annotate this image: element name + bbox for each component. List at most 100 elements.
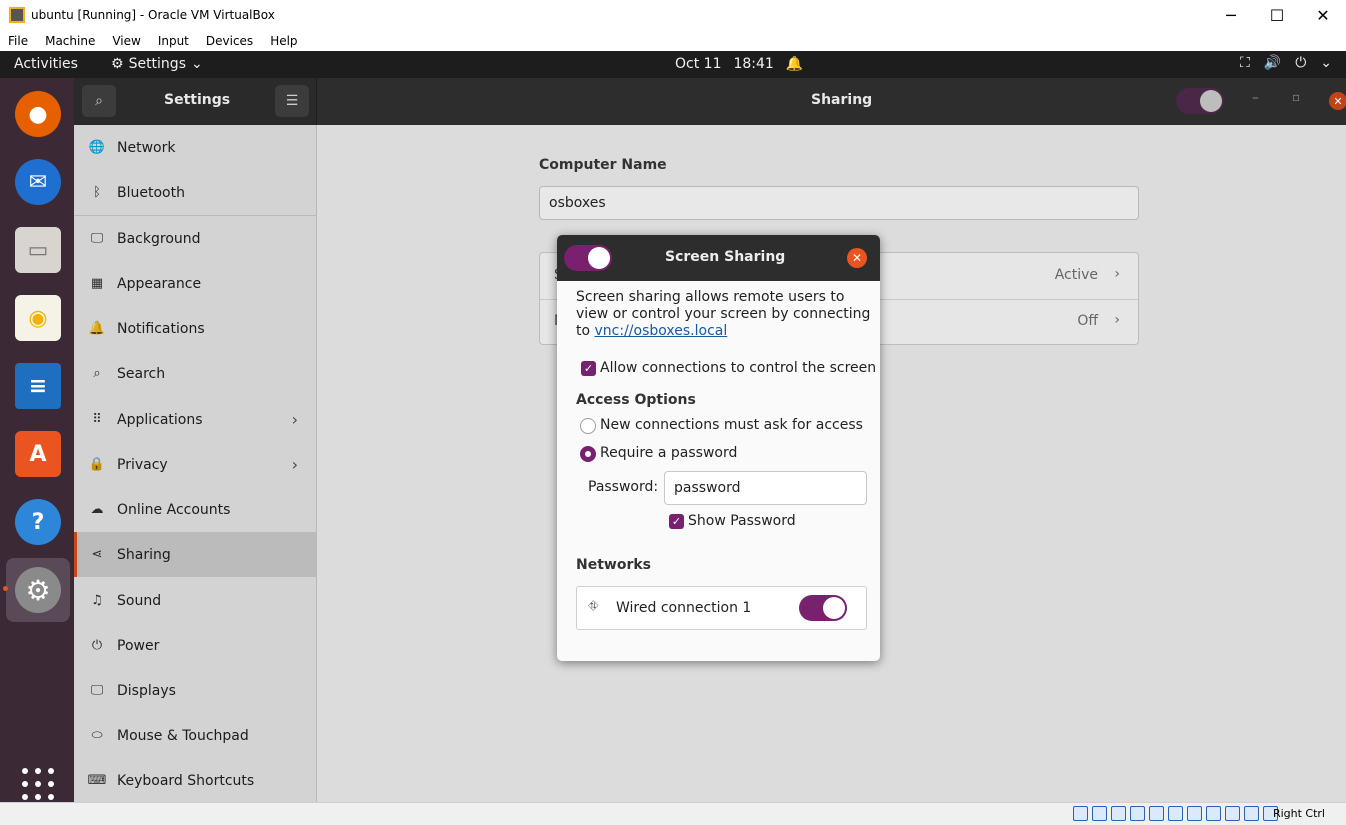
gnome-top-bar: Activities ⚙ Settings ⌄ Oct 11 18:41 🔔 ⛶…: [0, 51, 1346, 78]
minimize-icon[interactable]: –: [1252, 90, 1259, 106]
cloud-icon: ☁: [90, 502, 104, 517]
sidebar-item-label: Background: [117, 230, 201, 247]
power-icon: ⏻: [1295, 55, 1307, 71]
screen-sharing-dialog: Screen Sharing ✕ Screen sharing allows r…: [557, 235, 880, 661]
menu-help[interactable]: Help: [262, 34, 304, 48]
network-row: ⛗ Wired connection 1: [576, 586, 867, 630]
password-input[interactable]: password: [664, 471, 867, 505]
gear-icon: ⚙: [111, 56, 124, 72]
hamburger-button[interactable]: ☰: [275, 85, 309, 117]
sidebar-item-label: Applications: [117, 411, 203, 428]
activities-button[interactable]: Activities: [14, 56, 78, 72]
password-label: Password:: [588, 479, 659, 495]
thunderbird-icon: ✉: [15, 159, 61, 205]
app-menu[interactable]: ⚙ Settings ⌄: [111, 56, 203, 72]
video-capture-icon[interactable]: [1206, 806, 1221, 821]
sidebar-item-background[interactable]: 🖵 Background: [74, 216, 316, 261]
audio-icon[interactable]: [1111, 806, 1126, 821]
computer-name-field[interactable]: osboxes: [539, 186, 1139, 220]
require-password-radio[interactable]: [580, 446, 596, 462]
apps-grid-icon: ⠿: [92, 412, 102, 427]
dock-software[interactable]: A: [10, 426, 66, 482]
row-status: Off: [1077, 313, 1098, 329]
settings-icon: ⚙: [15, 567, 61, 613]
sidebar-item-sound[interactable]: ♫ Sound: [74, 578, 316, 623]
sidebar-item-label: Power: [117, 637, 160, 654]
sidebar-item-mouse-touchpad[interactable]: ⬭ Mouse & Touchpad: [74, 713, 316, 758]
network-name: Wired connection 1: [616, 600, 752, 616]
dock-writer[interactable]: ≡: [10, 358, 66, 414]
dock-settings[interactable]: ⚙: [6, 558, 70, 622]
statusbar-device-icons: [1073, 806, 1278, 821]
sidebar-item-privacy[interactable]: 🔒 Privacy ›: [74, 442, 316, 487]
menu-devices[interactable]: Devices: [198, 34, 260, 48]
sidebar-item-appearance[interactable]: ▦ Appearance: [74, 261, 316, 306]
virtualization-icon[interactable]: [1225, 806, 1240, 821]
show-password-checkbox[interactable]: ✓: [669, 514, 684, 529]
settings-headerbar-right: Sharing – ▫ ✕: [317, 78, 1346, 125]
sharing-master-toggle[interactable]: [1176, 88, 1224, 114]
settings-sidebar: 🌐 Network ᛒ Bluetooth 🖵 Background ▦ App…: [74, 125, 317, 802]
optical-drive-icon[interactable]: [1092, 806, 1107, 821]
screen-sharing-toggle[interactable]: [564, 245, 612, 271]
window-titlebar: ubuntu [Running] - Oracle VM VirtualBox …: [0, 0, 1346, 30]
menu-file[interactable]: File: [0, 34, 35, 48]
monitor-icon: 🖵: [90, 231, 104, 246]
allow-control-checkbox[interactable]: ✓: [581, 361, 596, 376]
sidebar-item-sharing[interactable]: ⋖ Sharing: [74, 532, 316, 577]
network-toggle[interactable]: [799, 595, 847, 621]
dock-firefox[interactable]: ●: [10, 86, 66, 142]
show-password-label[interactable]: Show Password: [688, 513, 796, 529]
appearance-icon: ▦: [90, 276, 104, 291]
ask-access-label[interactable]: New connections must ask for access: [600, 417, 863, 433]
system-tray[interactable]: ⛶ 🔊 ⏻ ⌄: [1240, 55, 1332, 71]
share-icon: ⋖: [91, 547, 103, 562]
menu-view[interactable]: View: [104, 34, 147, 48]
sidebar-item-keyboard-shortcuts[interactable]: ⌨ Keyboard Shortcuts: [74, 758, 316, 803]
search-button[interactable]: ⌕: [82, 85, 116, 117]
maximize-button[interactable]: ☐: [1254, 0, 1300, 30]
dock-files[interactable]: ▭: [10, 222, 66, 278]
sidebar-item-power[interactable]: ⏻ Power: [74, 623, 316, 668]
close-window-icon[interactable]: ✕: [1329, 92, 1346, 110]
maximize-icon[interactable]: ▫: [1292, 90, 1300, 104]
menu-input[interactable]: Input: [150, 34, 196, 48]
vnc-link[interactable]: vnc://osboxes.local: [595, 323, 728, 339]
display-icon[interactable]: [1187, 806, 1202, 821]
writer-icon: ≡: [15, 363, 61, 409]
chevron-right-icon: ›: [1114, 312, 1120, 328]
ask-access-radio[interactable]: [580, 418, 596, 434]
minimize-button[interactable]: ─: [1208, 0, 1254, 30]
rhythmbox-icon: ◉: [15, 295, 61, 341]
dock-help[interactable]: ?: [10, 494, 66, 550]
dialog-close-button[interactable]: ✕: [847, 248, 867, 268]
dock-thunderbird[interactable]: ✉: [10, 154, 66, 210]
sidebar-item-label: Mouse & Touchpad: [117, 727, 249, 744]
vbox-statusbar: Right Ctrl: [0, 802, 1346, 825]
settings-headerbar-left: ⌕ Settings ☰: [74, 78, 317, 125]
close-button[interactable]: ✕: [1300, 0, 1346, 30]
shared-folders-icon[interactable]: [1168, 806, 1183, 821]
sidebar-item-network[interactable]: 🌐 Network: [74, 125, 316, 170]
network-icon: ⛶: [1239, 55, 1250, 71]
sidebar-item-label: Appearance: [117, 275, 202, 292]
hard-disk-icon[interactable]: [1073, 806, 1088, 821]
computer-name-label: Computer Name: [539, 157, 667, 173]
show-applications-icon[interactable]: [22, 768, 54, 800]
require-password-label[interactable]: Require a password: [600, 445, 737, 461]
power-icon: ⏻: [91, 638, 103, 653]
usb-icon[interactable]: [1149, 806, 1164, 821]
sidebar-item-notifications[interactable]: 🔔 Notifications: [74, 306, 316, 351]
sidebar-item-displays[interactable]: 🖵 Displays: [74, 668, 316, 713]
dock-rhythmbox[interactable]: ◉: [10, 290, 66, 346]
menu-machine[interactable]: Machine: [37, 34, 102, 48]
sidebar-item-search[interactable]: ⌕ Search: [74, 351, 316, 396]
dialog-title: Screen Sharing: [665, 249, 786, 265]
sidebar-item-online-accounts[interactable]: ☁ Online Accounts: [74, 487, 316, 532]
network-adapter-icon[interactable]: [1130, 806, 1145, 821]
sidebar-item-bluetooth[interactable]: ᛒ Bluetooth: [74, 170, 316, 215]
clock[interactable]: Oct 11 18:41 🔔: [675, 56, 803, 72]
mouse-integration-icon[interactable]: [1244, 806, 1259, 821]
sidebar-item-applications[interactable]: ⠿ Applications ›: [74, 397, 316, 442]
allow-control-label[interactable]: Allow connections to control the screen: [600, 360, 876, 376]
